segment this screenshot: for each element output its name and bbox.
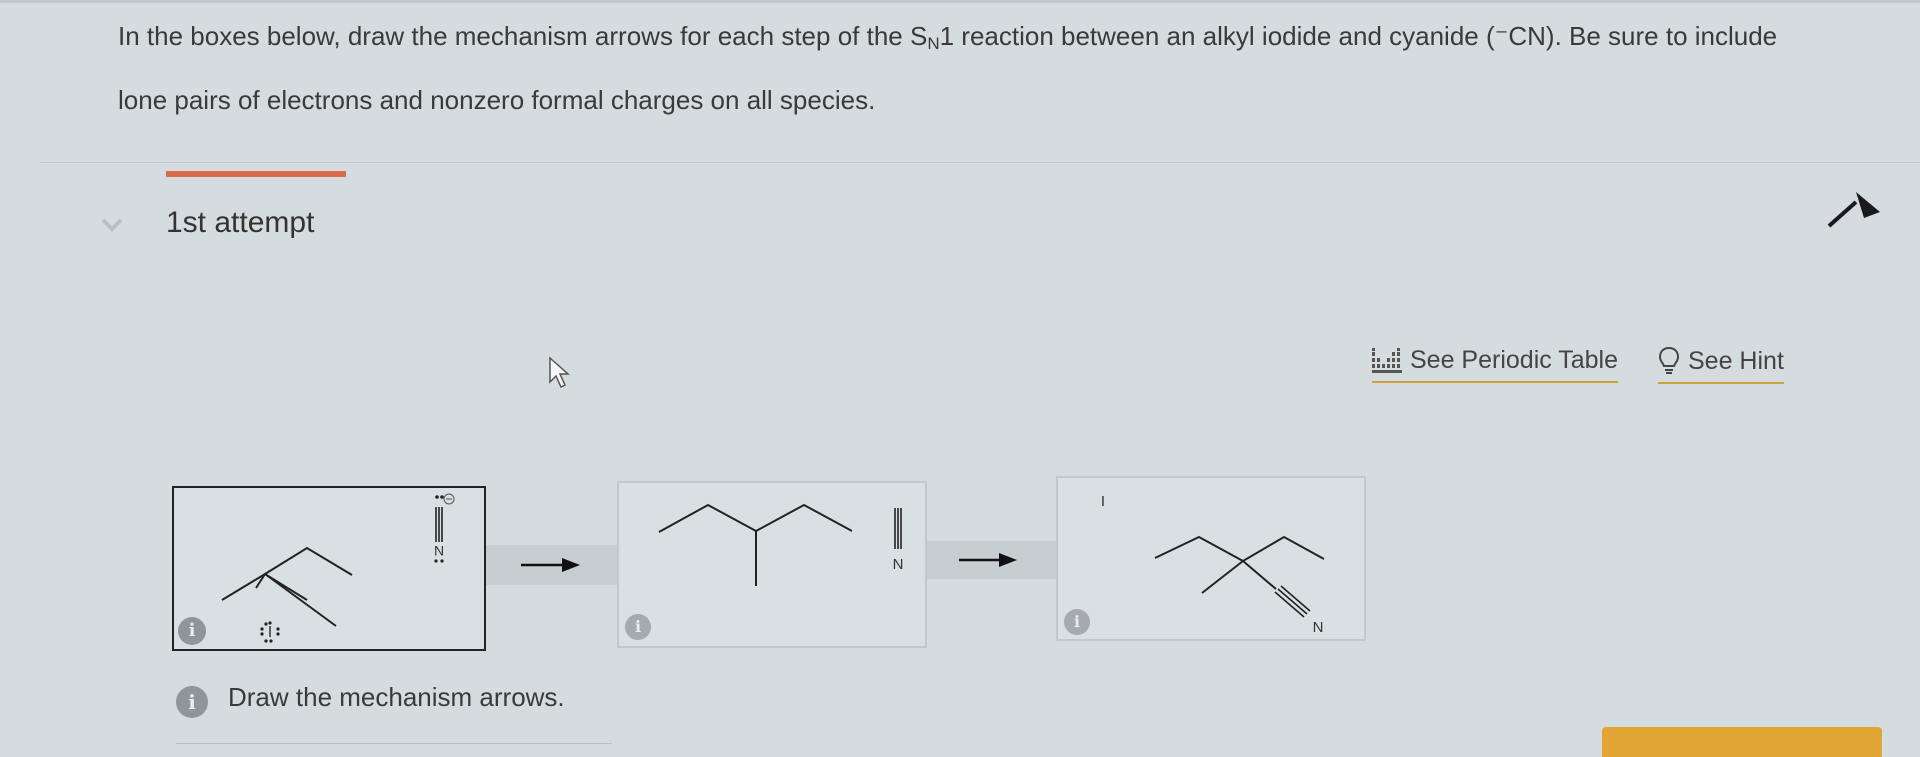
attempt-accent-bar	[166, 171, 346, 177]
reaction-arrow-icon	[959, 553, 1017, 567]
mechanism-box-step-1[interactable]: N I i	[172, 486, 486, 651]
bottom-field-border	[176, 743, 612, 744]
mechanism-box-step-3[interactable]: I N i	[1056, 476, 1366, 641]
see-periodic-table-link[interactable]: See Periodic Table	[1372, 346, 1619, 383]
periodic-table-icon	[1372, 347, 1402, 373]
info-icon[interactable]: i	[625, 614, 651, 640]
structure-carbocation-and-cyanide[interactable]: N	[619, 483, 925, 646]
structure-nitrile-product-and-iodide[interactable]: I N	[1058, 478, 1364, 639]
attempt-title: 1st attempt	[166, 206, 315, 239]
iodide-label: I	[1101, 493, 1105, 510]
info-icon[interactable]: i	[1064, 609, 1090, 635]
see-periodic-table-label[interactable]: See Periodic Table	[1410, 346, 1618, 375]
see-hint-link[interactable]: See Hint	[1658, 346, 1784, 384]
question-text: In the boxes below, draw the mechanism a…	[118, 21, 1778, 115]
mechanism-box-step-2[interactable]: N i	[617, 481, 927, 648]
info-icon[interactable]: i	[176, 686, 208, 718]
info-icon[interactable]: i	[178, 617, 206, 645]
top-strip	[0, 0, 1920, 3]
step-connector-2	[925, 541, 1056, 579]
submit-button[interactable]	[1602, 727, 1882, 757]
section-divider	[40, 162, 1920, 163]
cyanide-nitrogen-label: N	[434, 543, 444, 559]
collapse-arrow-icon[interactable]	[1826, 190, 1882, 230]
see-hint-label[interactable]: See Hint	[1688, 347, 1784, 376]
nitrile-nitrogen-label: N	[1313, 619, 1324, 636]
mouse-cursor-icon	[549, 356, 570, 389]
chevron-down-icon[interactable]	[100, 215, 124, 235]
instruction-text: Draw the mechanism arrows.	[228, 682, 565, 712]
reaction-arrow-icon	[521, 558, 580, 572]
cyanide-nitrogen-label: N	[893, 556, 904, 573]
lightbulb-icon	[1658, 346, 1680, 374]
question-subscript: N	[927, 34, 940, 53]
step-connector-1	[484, 545, 617, 585]
structure-alkyl-iodide-and-cyanide[interactable]: N I	[174, 488, 484, 649]
